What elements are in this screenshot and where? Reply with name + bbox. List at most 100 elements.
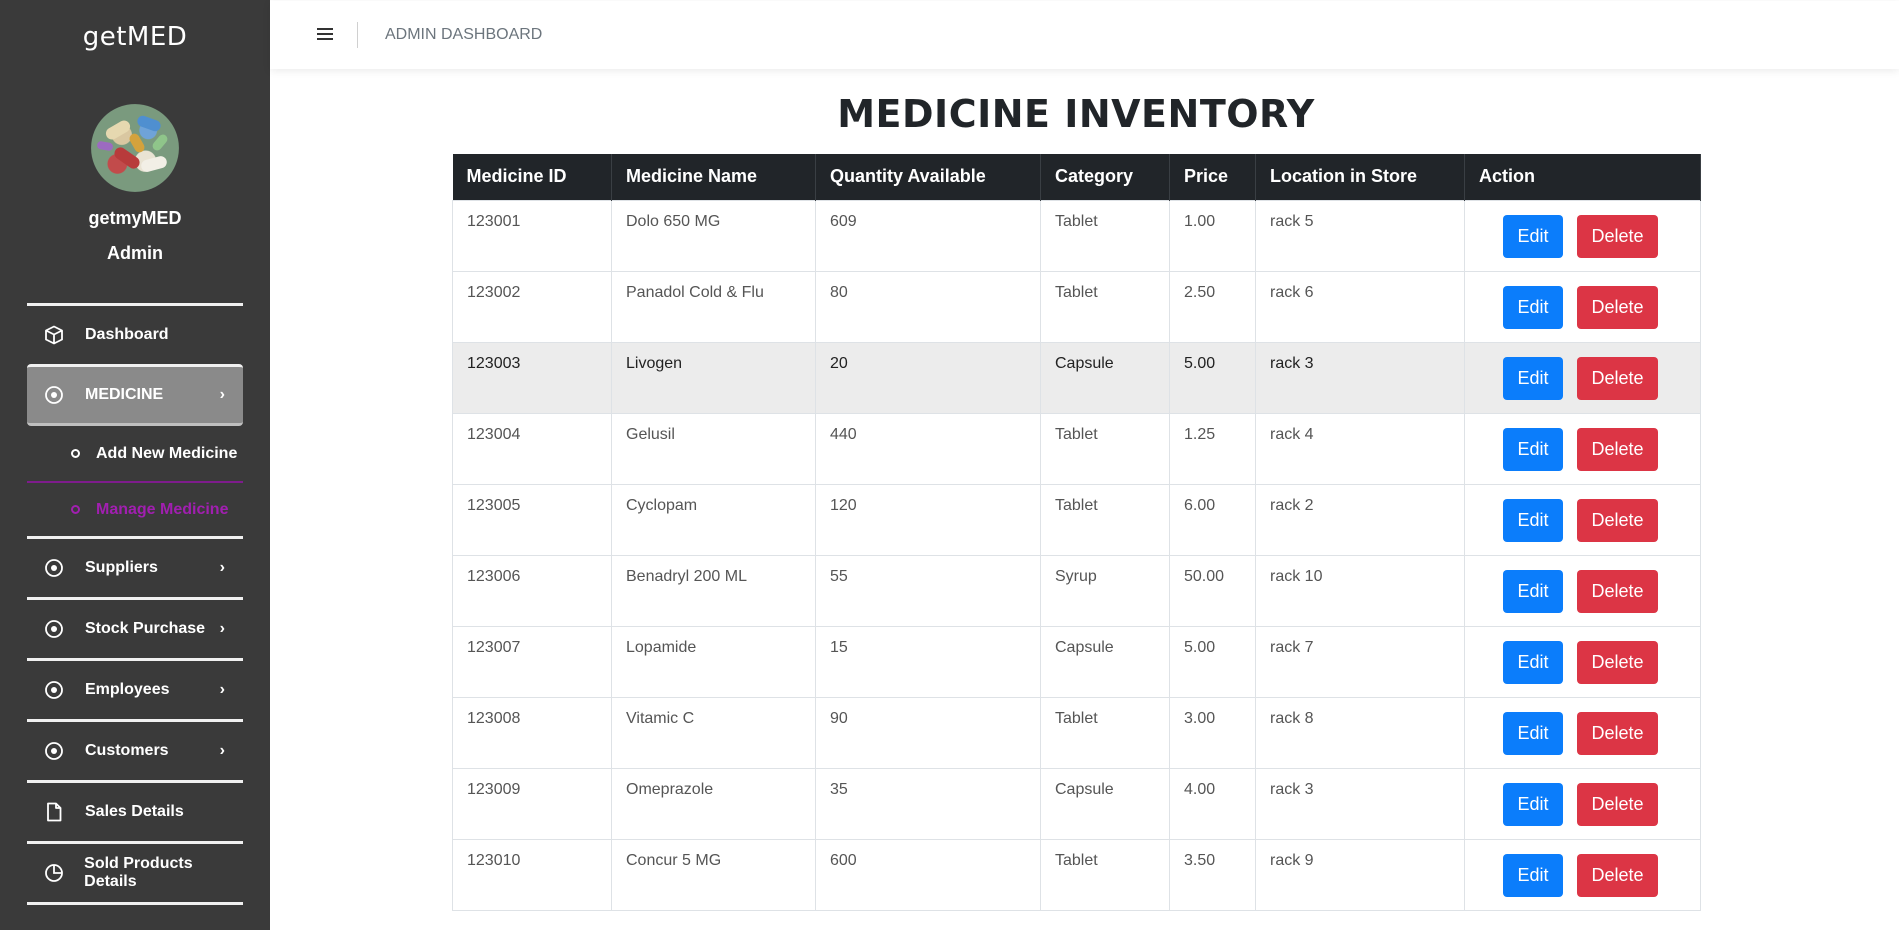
cell-price: 50.00: [1169, 554, 1256, 627]
sidebar-item-customers[interactable]: Customers ›: [27, 719, 243, 780]
column-header-medicine-name: Medicine Name: [611, 154, 816, 200]
cell-location: rack 7: [1255, 625, 1465, 698]
cell-actions: Edit Delete: [1464, 270, 1701, 343]
hamburger-menu-icon[interactable]: [317, 24, 341, 47]
table-row: 123003 Livogen 20 Capsule 5.00 rack 3 Edit Dele…: [452, 341, 1701, 414]
sidebar-item-dashboard[interactable]: Dashboard: [27, 303, 243, 364]
cell-quantity: 15: [815, 625, 1041, 698]
delete-button[interactable]: Delete: [1577, 782, 1658, 826]
table-header-row: Medicine ID Medicine Name Quantity Avail…: [452, 154, 1701, 200]
sidebar: getMED getmyMED Admin Dashboard MEDICINE…: [0, 0, 270, 930]
subitem-label: Add New Medicine: [96, 444, 238, 462]
sidebar-nav: Dashboard MEDICINE › Add New Medicine Ma…: [27, 303, 243, 905]
sidebar-item-sold-products-details[interactable]: Sold Products Details: [27, 841, 243, 902]
edit-button[interactable]: Edit: [1503, 285, 1563, 329]
circle-icon: [71, 505, 80, 514]
cell-quantity: 55: [815, 554, 1041, 627]
cell-quantity: 20: [815, 341, 1041, 414]
cell-medicine-name: Vitamic C: [611, 696, 816, 769]
topbar: ADMIN DASHBOARD: [270, 1, 1899, 69]
cell-quantity: 35: [815, 767, 1041, 840]
cell-price: 6.00: [1169, 483, 1256, 556]
cell-category: Syrup: [1040, 554, 1170, 627]
edit-button[interactable]: Edit: [1503, 356, 1563, 400]
edit-button[interactable]: Edit: [1503, 782, 1563, 826]
edit-button[interactable]: Edit: [1503, 569, 1563, 613]
edit-button[interactable]: Edit: [1503, 640, 1563, 684]
cell-category: Capsule: [1040, 625, 1170, 698]
cell-location: rack 3: [1255, 341, 1465, 414]
delete-button[interactable]: Delete: [1577, 853, 1658, 897]
sidebar-item-label: Customers: [85, 742, 169, 759]
cell-medicine-id: 123002: [452, 270, 612, 343]
cell-location: rack 9: [1255, 838, 1465, 911]
cell-medicine-id: 123001: [452, 199, 612, 272]
cube-icon: [43, 324, 65, 346]
breadcrumb[interactable]: ADMIN DASHBOARD: [385, 26, 542, 44]
edit-button[interactable]: Edit: [1503, 711, 1563, 755]
table-row: 123008 Vitamic C 90 Tablet 3.00 rack 8 Edit Del…: [452, 696, 1701, 769]
delete-button[interactable]: Delete: [1577, 214, 1658, 258]
table-body: 123001 Dolo 650 MG 609 Tablet 1.00 rack 5 Edit…: [452, 199, 1701, 911]
circle-icon: [71, 449, 80, 458]
sidebar-item-label: Employees: [85, 681, 170, 698]
delete-button[interactable]: Delete: [1577, 427, 1658, 471]
sidebar-item-label: Suppliers: [85, 559, 158, 576]
edit-button[interactable]: Edit: [1503, 498, 1563, 542]
chevron-right-icon: ›: [219, 620, 225, 637]
topbar-divider: [357, 22, 358, 48]
sidebar-item-label: MEDICINE: [85, 386, 164, 403]
column-header-quantity: Quantity Available: [815, 154, 1041, 200]
column-header-action: Action: [1464, 154, 1701, 200]
cell-medicine-id: 123005: [452, 483, 612, 556]
table-row: 123006 Benadryl 200 ML 55 Syrup 50.00 rack 10…: [452, 554, 1701, 627]
cell-actions: Edit Delete: [1464, 696, 1701, 769]
cell-medicine-name: Gelusil: [611, 412, 816, 485]
sidebar-subitem-manage-medicine[interactable]: Manage Medicine: [27, 481, 243, 536]
cell-actions: Edit Delete: [1464, 412, 1701, 485]
delete-button[interactable]: Delete: [1577, 356, 1658, 400]
delete-button[interactable]: Delete: [1577, 498, 1658, 542]
delete-button[interactable]: Delete: [1577, 569, 1658, 613]
cell-medicine-id: 123003: [452, 341, 612, 414]
sidebar-item-medicine[interactable]: MEDICINE ›: [27, 364, 243, 426]
cell-medicine-name: Lopamide: [611, 625, 816, 698]
delete-button[interactable]: Delete: [1577, 285, 1658, 329]
subitem-label: Manage Medicine: [96, 500, 229, 518]
cell-price: 5.00: [1169, 341, 1256, 414]
sidebar-item-employees[interactable]: Employees ›: [27, 658, 243, 719]
circle-target-icon: [43, 618, 65, 640]
sidebar-item-suppliers[interactable]: Suppliers ›: [27, 536, 243, 597]
sidebar-item-label: Sales Details: [85, 803, 184, 820]
circle-target-icon: [43, 679, 65, 701]
pie-chart-icon: [43, 862, 64, 884]
cell-medicine-id: 123006: [452, 554, 612, 627]
edit-button[interactable]: Edit: [1503, 853, 1563, 897]
page-title: MEDICINE INVENTORY: [837, 92, 1315, 136]
sidebar-item-sales-details[interactable]: Sales Details: [27, 780, 243, 841]
cell-actions: Edit Delete: [1464, 767, 1701, 840]
cell-medicine-id: 123008: [452, 696, 612, 769]
cell-price: 1.25: [1169, 412, 1256, 485]
cell-category: Tablet: [1040, 696, 1170, 769]
inventory-table-container: Medicine ID Medicine Name Quantity Avail…: [452, 154, 1701, 911]
medicine-inventory-table: Medicine ID Medicine Name Quantity Avail…: [452, 154, 1701, 911]
cell-quantity: 80: [815, 270, 1041, 343]
sidebar-subitem-add-new-medicine[interactable]: Add New Medicine: [27, 426, 243, 481]
sidebar-item-label: Stock Purchase: [85, 620, 206, 637]
chevron-right-icon: ›: [219, 386, 225, 403]
cell-medicine-name: Concur 5 MG: [611, 838, 816, 911]
cell-quantity: 609: [815, 199, 1041, 272]
column-header-category: Category: [1040, 154, 1170, 200]
cell-medicine-id: 123007: [452, 625, 612, 698]
delete-button[interactable]: Delete: [1577, 640, 1658, 684]
edit-button[interactable]: Edit: [1503, 214, 1563, 258]
delete-button[interactable]: Delete: [1577, 711, 1658, 755]
brand-logo[interactable]: getMED: [0, 0, 270, 70]
cell-actions: Edit Delete: [1464, 838, 1701, 911]
edit-button[interactable]: Edit: [1503, 427, 1563, 471]
cell-actions: Edit Delete: [1464, 341, 1701, 414]
sidebar-item-stock-purchase[interactable]: Stock Purchase ›: [27, 597, 243, 658]
cell-price: 3.50: [1169, 838, 1256, 911]
circle-target-icon: [43, 557, 65, 579]
